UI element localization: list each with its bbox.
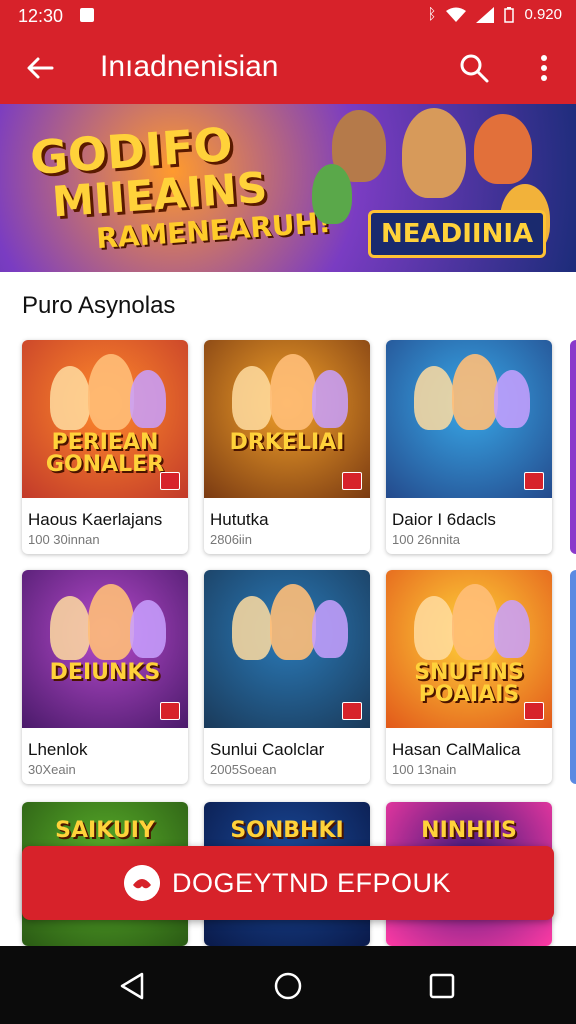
game-character [494,370,530,428]
bluetooth-icon: ᛒ [427,6,437,23]
game-count: 2806iin [210,532,252,547]
app-bar: Inıadnenisian [0,32,576,104]
game-character [414,366,454,430]
game-card[interactable]: Daior I 6dacls 100 26nnita [386,340,552,554]
game-character [452,584,498,660]
game-thumbnail: DRKELIAI [204,340,370,498]
promo-banner[interactable]: GODIFO MIIEAINS RAMENEARUH! NEADIINIA [0,104,576,272]
game-art-title: PERIEAN GONALER [45,430,165,477]
game-tag-icon [160,702,180,720]
banner-badge: NEADIINIA [368,210,547,258]
peek-card[interactable] [570,570,576,784]
game-tag-icon [160,472,180,490]
game-card[interactable]: PERIEAN GONALER Haous Kaerlajans 100 30inn… [22,340,188,554]
game-thumbnail: SNUFINS POAIAIS [386,570,552,728]
notification-icon [80,8,94,22]
game-thumbnail [386,340,552,498]
game-name: Daior I 6dacls [392,510,496,529]
game-character [50,366,90,430]
game-art-title: SAIKUIY [55,818,155,843]
back-arrow-icon[interactable] [22,50,58,86]
game-tag-icon [524,702,544,720]
game-card[interactable]: SNUFINS POAIAIS Hasan CalMalica 100 13nain [386,570,552,784]
game-count: 2005Soean [210,762,277,777]
game-thumbnail: DEIUNKS [22,570,188,728]
game-card[interactable]: DRKELIAI Hututka 2806iin [204,340,370,554]
search-icon[interactable] [456,50,492,86]
hero-character [474,114,532,184]
game-count: 30Xeain [28,762,76,777]
battery-text: 0.920 [524,6,562,23]
game-character [494,600,530,658]
game-character [414,596,454,660]
system-nav-bar [0,946,576,1024]
section-title: Puro Asynolas [22,292,176,319]
status-time: 12:30 [18,6,64,26]
game-name: Hasan CalMalica [392,740,521,759]
game-character [270,354,316,430]
game-card[interactable]: DEIUNKS Lhenlok 30Xeain [22,570,188,784]
game-character [130,370,166,428]
game-character [232,366,272,430]
signal-icon [476,6,495,23]
cta-label: DOGEYTND EFPOUK [172,868,452,898]
peek-card[interactable] [570,340,576,554]
status-icons: ᛒ 0.920 [427,6,562,23]
hero-character [402,108,466,198]
game-tag-icon [342,702,362,720]
wifi-icon [446,7,467,22]
game-art-title: NINHIIS [421,818,517,843]
game-art-title: SONBHKI [230,818,344,843]
game-card[interactable]: Sunlui Caolclar 2005Soean [204,570,370,784]
game-name: Sunlui Caolclar [210,740,325,759]
game-art-title: SNUFINS POAIAIS [414,660,524,707]
page-title: Inıadnenisian [100,50,279,83]
game-character [50,596,90,660]
gamepad-icon [124,865,160,901]
nav-recents-icon[interactable] [422,966,462,1006]
hero-character [312,164,352,224]
game-name: Lhenlok [28,740,88,759]
nav-back-icon[interactable] [112,966,152,1006]
game-character [452,354,498,430]
game-thumbnail [204,570,370,728]
game-tag-icon [524,472,544,490]
game-count: 100 26nnita [392,532,460,547]
game-character [130,600,166,658]
game-character [88,354,134,430]
game-tag-icon [342,472,362,490]
game-character [270,584,316,660]
nav-home-icon[interactable] [268,966,308,1006]
cta-button[interactable]: DOGEYTND EFPOUK [22,846,554,920]
more-options-icon[interactable] [530,50,558,86]
battery-icon [504,6,515,23]
game-art-title: DRKELIAI [229,430,345,455]
game-count: 100 30innan [28,532,100,547]
game-character [232,596,272,660]
game-character [312,600,348,658]
game-name: Haous Kaerlajans [28,510,163,529]
game-character [88,584,134,660]
game-name: Hututka [210,510,269,529]
game-thumbnail: PERIEAN GONALER [22,340,188,498]
game-count: 100 13nain [392,762,457,777]
game-character [312,370,348,428]
status-bar: 12:30 ᛒ 0.920 [0,0,576,32]
game-art-title: DEIUNKS [49,660,161,685]
